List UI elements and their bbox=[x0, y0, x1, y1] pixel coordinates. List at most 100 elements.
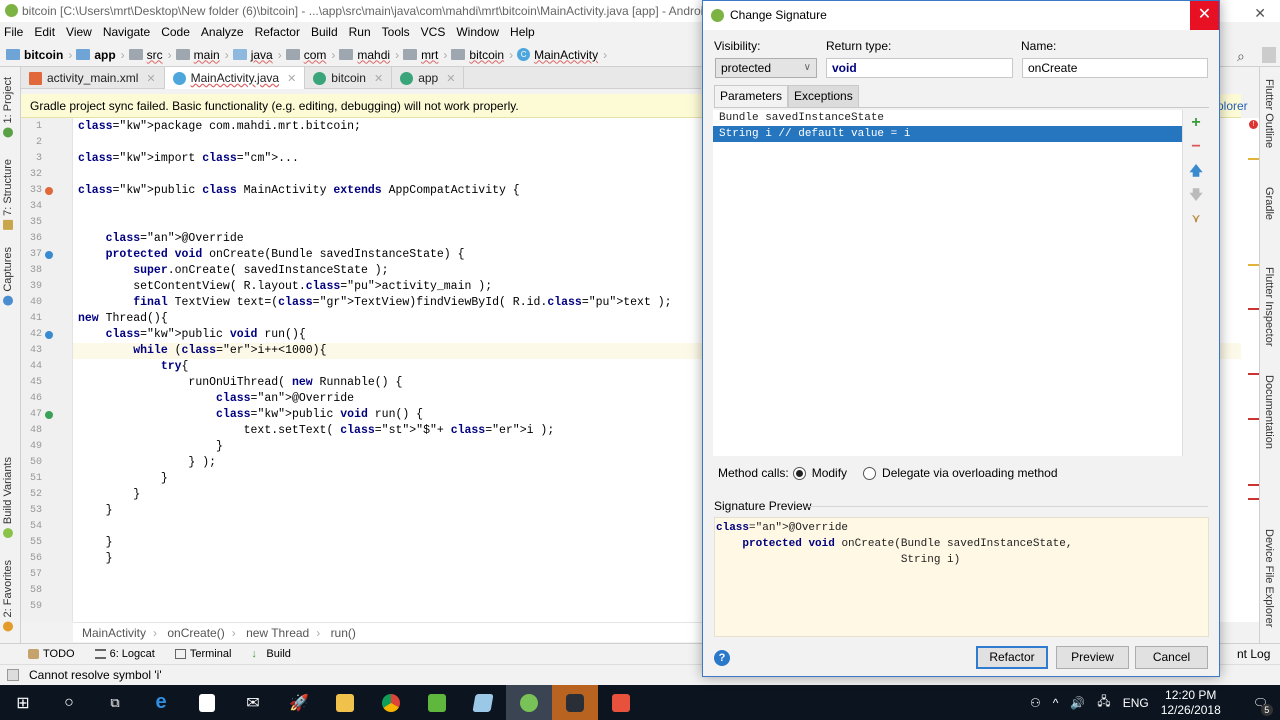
menu-refactor[interactable]: Refactor bbox=[255, 25, 300, 39]
volume-icon[interactable]: 🔊 bbox=[1070, 696, 1085, 710]
nav-crumb-java[interactable]: java › bbox=[232, 48, 282, 62]
nav-crumb-src[interactable]: src › bbox=[128, 48, 172, 62]
radio-modify-label[interactable]: Modify bbox=[812, 466, 847, 480]
taskbar-notepad[interactable] bbox=[460, 685, 506, 720]
tool-window-terminal[interactable]: Terminal bbox=[174, 648, 231, 660]
tab-activity-main-xml[interactable]: activity_main.xml ✕ bbox=[21, 67, 165, 89]
move-up-icon[interactable]: 🡅 bbox=[1187, 161, 1205, 185]
taskbar-store[interactable] bbox=[184, 685, 230, 720]
nav-crumb-project[interactable]: bitcoin › bbox=[6, 48, 72, 62]
menu-view[interactable]: View bbox=[66, 25, 92, 39]
search-everywhere-icon[interactable]: ⌕ bbox=[1237, 48, 1245, 65]
menu-build[interactable]: Build bbox=[311, 25, 338, 39]
tool-tab-device-file-explorer[interactable]: Device File Explorer bbox=[1263, 529, 1275, 627]
taskbar-file-explorer[interactable] bbox=[322, 685, 368, 720]
tool-window-build[interactable]: ↓ Build bbox=[251, 648, 290, 660]
menu-tools[interactable]: Tools bbox=[382, 25, 410, 39]
close-tab-icon[interactable]: ✕ bbox=[374, 72, 383, 85]
tool-windows-toggle-icon[interactable] bbox=[7, 669, 19, 681]
menu-help[interactable]: Help bbox=[510, 25, 535, 39]
menu-window[interactable]: Window bbox=[456, 25, 499, 39]
cancel-button[interactable]: Cancel bbox=[1135, 646, 1208, 669]
return-type-field[interactable]: void bbox=[826, 58, 1013, 78]
banner-link[interactable]: plorer bbox=[1217, 94, 1248, 118]
menu-vcs[interactable]: VCS bbox=[421, 25, 446, 39]
menu-file[interactable]: File bbox=[4, 25, 23, 39]
tab-mainactivity-java[interactable]: MainActivity.java ✕ bbox=[164, 67, 306, 89]
override-marker-icon[interactable] bbox=[45, 331, 53, 339]
tab-parameters[interactable]: Parameters bbox=[714, 85, 789, 107]
tab-bitcoin[interactable]: bitcoin ✕ bbox=[305, 67, 393, 89]
language-indicator[interactable]: ENG bbox=[1123, 696, 1149, 710]
tab-exceptions[interactable]: Exceptions bbox=[788, 85, 859, 107]
error-stripe[interactable]: ! bbox=[1241, 118, 1259, 622]
task-view-button[interactable]: ⧉ bbox=[92, 685, 138, 720]
tool-tab-gradle[interactable]: Gradle bbox=[1263, 187, 1275, 220]
taskbar-edge[interactable]: e bbox=[138, 685, 184, 720]
error-mark[interactable] bbox=[1248, 308, 1259, 310]
parameter-row-selected[interactable]: String i // default value = i bbox=[713, 126, 1182, 142]
close-tab-icon[interactable]: ✕ bbox=[287, 72, 296, 85]
parameter-row[interactable]: Bundle savedInstanceState bbox=[713, 110, 1182, 126]
close-tab-icon[interactable]: ✕ bbox=[446, 72, 455, 85]
name-field[interactable]: onCreate bbox=[1022, 58, 1208, 78]
code-crumb[interactable]: onCreate() bbox=[167, 626, 224, 640]
tool-tab-project[interactable]: 1: Project bbox=[2, 77, 14, 138]
move-down-icon[interactable]: 🡇 bbox=[1187, 185, 1205, 209]
propagate-parameters-icon[interactable]: ⋎ bbox=[1187, 209, 1205, 233]
event-log-tab[interactable]: nt Log bbox=[1237, 647, 1270, 661]
start-button[interactable]: ⊞ bbox=[0, 685, 46, 720]
refactor-button[interactable]: Refactor bbox=[976, 646, 1048, 669]
error-mark[interactable] bbox=[1248, 484, 1259, 486]
people-icon[interactable]: ⚇ bbox=[1030, 696, 1041, 710]
error-mark[interactable] bbox=[1248, 498, 1259, 500]
nav-crumb-mainactivity[interactable]: C MainActivity › bbox=[517, 48, 607, 62]
code-crumb[interactable]: MainActivity bbox=[82, 626, 146, 640]
clock[interactable]: 12:20 PM 12/26/2018 bbox=[1161, 688, 1233, 718]
nav-crumb-bitcoin-package[interactable]: bitcoin › bbox=[451, 48, 513, 62]
menu-code[interactable]: Code bbox=[161, 25, 190, 39]
radio-delegate[interactable] bbox=[863, 466, 877, 480]
visibility-select[interactable]: protected ∨ bbox=[715, 58, 817, 78]
tool-tab-captures[interactable]: Captures bbox=[2, 247, 14, 306]
menu-edit[interactable]: Edit bbox=[34, 25, 55, 39]
override-marker-icon[interactable] bbox=[45, 411, 53, 419]
radio-modify[interactable] bbox=[792, 466, 806, 480]
nav-crumb-mrt[interactable]: mrt › bbox=[403, 48, 447, 62]
add-parameter-icon[interactable]: + bbox=[1187, 113, 1205, 137]
warning-mark[interactable] bbox=[1248, 158, 1259, 160]
taskbar-camtasia[interactable] bbox=[598, 685, 644, 720]
show-hidden-icons[interactable]: ^ bbox=[1053, 696, 1059, 710]
remove-parameter-icon[interactable]: − bbox=[1187, 137, 1205, 161]
nav-crumb-com[interactable]: com › bbox=[285, 48, 335, 62]
tool-tab-favorites[interactable]: 2: Favorites bbox=[2, 560, 14, 632]
menu-analyze[interactable]: Analyze bbox=[201, 25, 244, 39]
user-icon[interactable] bbox=[1262, 47, 1276, 63]
network-icon[interactable]: 🖧 bbox=[1097, 692, 1110, 713]
tool-tab-flutter-outline[interactable]: Flutter Outline bbox=[1263, 79, 1275, 148]
code-crumb[interactable]: new Thread bbox=[246, 626, 309, 640]
error-indicator-icon[interactable]: ! bbox=[1249, 120, 1258, 129]
taskbar-android-studio[interactable] bbox=[506, 685, 552, 720]
taskbar-mail[interactable]: ✉ bbox=[230, 685, 276, 720]
nav-crumb-mahdi[interactable]: mahdi › bbox=[339, 48, 399, 62]
code-crumb[interactable]: run() bbox=[331, 626, 356, 640]
nav-crumb-main[interactable]: main › bbox=[175, 48, 229, 62]
taskbar-chrome[interactable] bbox=[368, 685, 414, 720]
error-mark[interactable] bbox=[1248, 373, 1259, 375]
preview-button[interactable]: Preview bbox=[1056, 646, 1129, 669]
window-close-icon[interactable]: ✕ bbox=[1254, 2, 1266, 22]
warning-mark[interactable] bbox=[1248, 264, 1259, 266]
taskbar-nox[interactable] bbox=[552, 685, 598, 720]
tool-tab-build-variants[interactable]: Build Variants bbox=[2, 457, 14, 539]
tool-window-todo[interactable]: TODO bbox=[28, 648, 75, 660]
menu-run[interactable]: Run bbox=[349, 25, 371, 39]
layout-file-icon[interactable] bbox=[45, 187, 53, 195]
tab-app[interactable]: app ✕ bbox=[392, 67, 465, 89]
action-center-icon[interactable]: 🗨 5 bbox=[1253, 696, 1273, 716]
taskbar-rocket[interactable]: 🚀 bbox=[276, 685, 322, 720]
close-tab-icon[interactable]: ✕ bbox=[146, 72, 155, 85]
tool-tab-flutter-inspector[interactable]: Flutter Inspector bbox=[1263, 267, 1275, 346]
taskbar-camtasia-recorder[interactable] bbox=[414, 685, 460, 720]
cortana-button[interactable]: ○ bbox=[46, 685, 92, 720]
